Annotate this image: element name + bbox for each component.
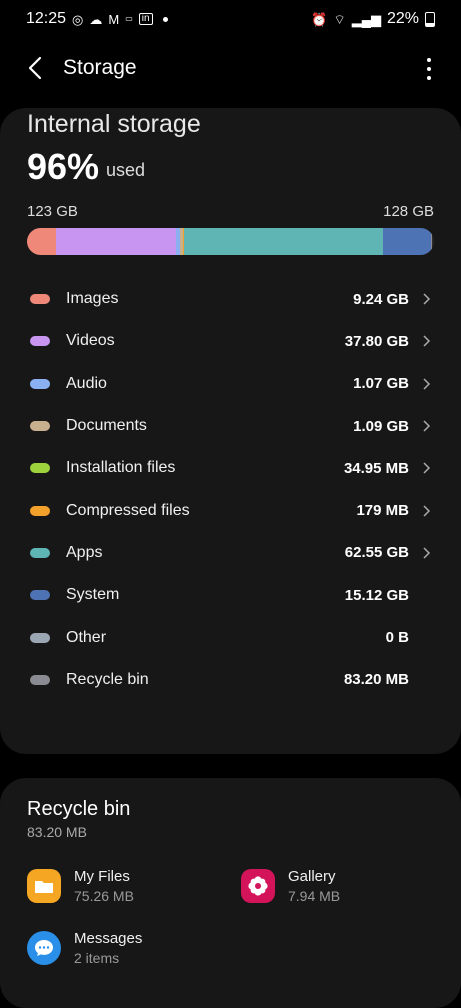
chevron-right-icon — [421, 335, 431, 347]
linkedin-icon: in — [139, 13, 153, 25]
app-name: My Files — [74, 868, 134, 885]
app-name: Gallery — [288, 868, 340, 885]
chevron-right-icon — [421, 293, 431, 305]
app-size: 7.94 MB — [288, 888, 340, 904]
back-button[interactable] — [22, 54, 50, 82]
chevron-right-icon — [421, 420, 431, 432]
category-label: Images — [66, 290, 118, 308]
category-color-icon — [30, 675, 50, 685]
category-label: Audio — [66, 375, 107, 393]
usage-segment-apps — [184, 228, 383, 255]
internal-storage-card: Internal storage 96% used 123 GB 128 GB … — [0, 108, 461, 754]
status-bar: 12:25 ◎ ☁ M ▭ in ⏰ ⌔ ▂▄▆ 22% — [0, 0, 461, 38]
category-row-other: Other 0 B — [0, 616, 461, 658]
battery-percent: 22% — [387, 10, 419, 28]
chat-bubble-icon — [27, 931, 61, 965]
category-size: 0 B — [386, 629, 409, 646]
category-row-images[interactable]: Images 9.24 GB — [0, 278, 461, 320]
category-row-installation-files[interactable]: Installation files 34.95 MB — [0, 447, 461, 489]
weather-icon: ☁ — [89, 13, 102, 26]
category-color-icon — [30, 590, 50, 600]
category-color-icon — [30, 336, 50, 346]
category-size: 15.12 GB — [345, 587, 409, 604]
category-size: 37.80 GB — [345, 333, 409, 350]
wifi-icon: ⌔ — [334, 13, 346, 26]
status-time: 12:25 — [26, 10, 66, 28]
category-label: System — [66, 586, 119, 604]
more-options-button[interactable] — [421, 56, 437, 82]
folder-icon — [27, 869, 61, 903]
recycle-bin-card: Recycle bin 83.20 MB My Files 75.26 MB G… — [0, 778, 461, 1008]
chevron-right-icon — [421, 378, 431, 390]
category-row-recycle-bin: Recycle bin 83.20 MB — [0, 659, 461, 701]
flower-icon — [241, 869, 275, 903]
category-color-icon — [30, 506, 50, 516]
category-color-icon — [30, 463, 50, 473]
category-label: Recycle bin — [66, 671, 149, 689]
category-size: 62.55 GB — [345, 544, 409, 561]
category-label: Documents — [66, 417, 147, 435]
category-row-apps[interactable]: Apps 62.55 GB — [0, 532, 461, 574]
category-label: Compressed files — [66, 502, 190, 520]
category-size: 83.20 MB — [344, 671, 409, 688]
app-name: Messages — [74, 930, 142, 947]
more-vertical-icon — [427, 58, 431, 62]
chevron-right-icon — [421, 547, 431, 559]
category-row-videos[interactable]: Videos 37.80 GB — [0, 320, 461, 362]
category-color-icon — [30, 548, 50, 558]
category-size: 34.95 MB — [344, 460, 409, 477]
alarm-icon: ⏰ — [311, 13, 327, 26]
category-size: 1.07 GB — [353, 375, 409, 392]
storage-usage-bar — [27, 228, 434, 255]
category-row-audio[interactable]: Audio 1.07 GB — [0, 363, 461, 405]
category-color-icon — [30, 421, 50, 431]
battery-icon — [425, 12, 435, 27]
whatsapp-icon: ◎ — [72, 13, 83, 26]
chevron-left-icon — [22, 54, 50, 82]
internal-storage-title: Internal storage — [27, 110, 201, 139]
category-label: Installation files — [66, 459, 175, 477]
signal-icon: ▂▄▆ — [352, 13, 381, 26]
category-label: Other — [66, 629, 106, 647]
app-bar: Storage — [0, 44, 461, 92]
app-items: 2 items — [74, 950, 142, 966]
app-notification-icon: ▭ — [125, 15, 133, 23]
more-notifications-icon — [163, 17, 168, 22]
app-size: 75.26 MB — [74, 888, 134, 904]
category-label: Apps — [66, 544, 102, 562]
category-row-compressed-files[interactable]: Compressed files 179 MB — [0, 489, 461, 531]
gmail-icon: M — [108, 13, 119, 26]
recycle-bin-title: Recycle bin — [27, 798, 130, 821]
category-color-icon — [30, 379, 50, 389]
used-percent: 96% — [27, 146, 99, 188]
category-size: 9.24 GB — [353, 291, 409, 308]
used-gb: 123 GB — [27, 203, 78, 220]
recycle-app-my-files[interactable]: My Files 75.26 MB — [27, 868, 134, 904]
chevron-right-icon — [421, 462, 431, 474]
category-list: Images 9.24 GB Videos 37.80 GB Audio 1.07 GB D… — [0, 278, 461, 701]
category-color-icon — [30, 633, 50, 643]
category-row-system: System 15.12 GB — [0, 574, 461, 616]
recycle-app-gallery[interactable]: Gallery 7.94 MB — [241, 868, 340, 904]
usage-segment-system — [383, 228, 431, 255]
used-label: used — [106, 160, 145, 181]
page-title: Storage — [63, 56, 137, 80]
category-label: Videos — [66, 332, 115, 350]
category-size: 1.09 GB — [353, 418, 409, 435]
total-gb: 128 GB — [383, 203, 434, 220]
category-row-documents[interactable]: Documents 1.09 GB — [0, 405, 461, 447]
recycle-app-messages[interactable]: Messages 2 items — [27, 930, 142, 966]
usage-segment-videos — [56, 228, 176, 255]
recycle-bin-size: 83.20 MB — [27, 824, 87, 840]
chevron-right-icon — [421, 505, 431, 517]
category-size: 179 MB — [356, 502, 409, 519]
usage-segment-images — [27, 228, 56, 255]
category-color-icon — [30, 294, 50, 304]
